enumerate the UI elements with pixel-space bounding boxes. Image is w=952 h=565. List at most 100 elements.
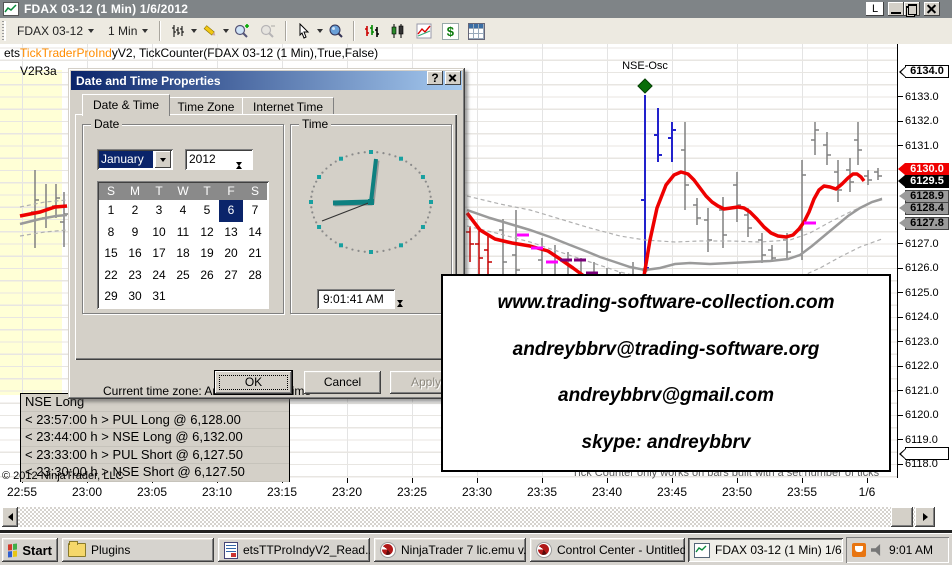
time-input[interactable]: 9:01:41 AM [317,289,395,309]
calendar-day-cell[interactable]: 13 [219,222,243,244]
price-tick-label: 6119.0 [898,434,938,446]
dialog-help-button[interactable]: ? [427,71,443,85]
start-button[interactable]: Start [2,538,58,562]
calendar-day-cell[interactable]: 29 [99,286,123,308]
calendar-day-cell[interactable]: 20 [219,243,243,265]
osc-marker-label: NSE-Osc [622,60,668,72]
scrollbar-track[interactable] [2,507,915,527]
calendar-day-header: T [147,183,171,200]
close-button[interactable] [924,2,940,16]
windows-logo-icon [8,543,17,557]
time-tick-label: 23:00 [72,485,102,499]
month-combobox[interactable]: January [97,149,173,170]
time-tick-label: 23:45 [657,485,687,499]
year-value: 2012 [189,152,216,166]
taskbar-item-label: Plugins [91,543,130,557]
calendar-day-cell[interactable]: 1 [99,200,123,222]
dialog-titlebar[interactable]: Date and Time Properties [71,71,462,90]
calendar-day-cell[interactable]: 6 [219,200,243,222]
ad-text-line: www.trading-software-collection.com [443,292,889,314]
year-spinner[interactable]: 2012 [185,149,253,170]
dialog-close-button[interactable] [445,71,461,85]
calendar-day-cell[interactable]: 25 [171,265,195,287]
calendar-day-cell[interactable]: 2 [123,200,147,222]
ad-text-line: skype: andreybbrv [443,432,889,454]
calendar-day-cell[interactable] [243,286,267,308]
time-tick-label: 23:20 [332,485,362,499]
folder-icon [68,543,86,557]
ad-text-line: andreybbrv@gmail.com [443,385,889,407]
tab-date-time[interactable]: Date & Time [82,94,170,116]
price-tick-label: 6120.0 [898,409,939,421]
calendar-day-cell[interactable]: 5 [195,200,219,222]
tick-mark [898,415,903,416]
java-tray-icon[interactable] [852,543,866,557]
scrollbar-thumb[interactable] [891,507,913,527]
taskbar-item-4[interactable]: Control Center - Untitled1 [530,538,685,562]
restore-button[interactable] [904,2,920,16]
scrollbar-right-button[interactable] [915,507,935,527]
calendar-day-cell[interactable] [195,286,219,308]
calendar-day-cell[interactable]: 30 [123,286,147,308]
spin-down-icon[interactable] [397,300,403,318]
combo-dropdown-button[interactable] [155,151,171,168]
price-tick-label: 6132.0 [898,115,939,127]
calendar-day-cell[interactable] [219,286,243,308]
calendar-day-cell[interactable]: 22 [99,265,123,287]
calendar-day-cell[interactable]: 23 [123,265,147,287]
calendar-day-cell[interactable]: 4 [171,200,195,222]
spin-down-icon[interactable] [236,162,242,180]
calendar-day-cell[interactable]: 19 [195,243,219,265]
calendar-day-cell[interactable]: 27 [219,265,243,287]
calendar-day-cell[interactable]: 26 [195,265,219,287]
calendar-day-cell[interactable]: 8 [99,222,123,244]
price-tick-label: 6124.0 [898,311,939,323]
calendar-day-cell[interactable]: 31 [147,286,171,308]
start-label: Start [22,543,52,558]
calendar-day-cell[interactable]: 16 [123,243,147,265]
chart-scrollbar [0,504,952,530]
calendar-day-cell[interactable]: 28 [243,265,267,287]
calendar-day-cell[interactable]: 17 [147,243,171,265]
calendar-day-cell[interactable]: 11 [171,222,195,244]
tick-text: 6121.0 [905,385,939,397]
calendar-day-cell[interactable]: 10 [147,222,171,244]
calendar-day-cell[interactable]: 14 [243,222,267,244]
ok-button[interactable]: OK [215,371,292,394]
price-axis[interactable]: 6133.06132.06131.06127.06126.06125.06124… [897,44,952,478]
tick-text: 6132.0 [905,115,939,127]
calendar-day-cell[interactable]: 18 [171,243,195,265]
tick-mark [898,243,903,244]
taskbar-item-5[interactable]: FDAX 03-12 (1 Min) 1/6... [688,538,843,562]
speaker-icon[interactable] [871,544,884,556]
tick-mark [898,121,903,122]
calendar-day-cell[interactable]: 9 [123,222,147,244]
time-spinner[interactable] [395,289,412,309]
price-tick-label: 6122.0 [898,360,939,372]
tick-text: 6126.0 [905,262,939,274]
calendar-day-header: S [243,183,267,200]
calendar-day-cell[interactable]: 7 [243,200,267,222]
time-tick-label: 23:35 [527,485,557,499]
calendar-day-cell[interactable] [171,286,195,308]
datetime-dialog[interactable]: Date and Time Properties ? Date & Time T… [68,68,465,399]
calendar-day-cell[interactable]: 12 [195,222,219,244]
calendar[interactable]: SMTWTFS 12345678910111213141516171819202… [97,181,269,309]
calendar-day-cell[interactable]: 21 [243,243,267,265]
trade-log: NSE Long< 23:57:00 h > PUL Long @ 6,128.… [20,393,290,482]
time-tick-label: 22:55 [7,485,37,499]
cancel-button[interactable]: Cancel [304,371,381,394]
scrollbar-left-button[interactable] [2,507,18,527]
date-groupbox: Date January 2012 SMTWTFS 12345678910111… [82,124,284,314]
taskbar: Start Plugins etsTTProIndyV2_Read...Ninja… [0,533,952,565]
calendar-day-cell[interactable]: 3 [147,200,171,222]
taskbar-item-3[interactable]: NinjaTrader 7 lic.emu v... [374,538,526,562]
calendar-day-cell[interactable]: 15 [99,243,123,265]
taskbar-item-1[interactable]: Plugins [62,538,214,562]
tick-mark [898,439,903,440]
tick-text: 6122.0 [905,360,939,372]
calendar-day-cell[interactable]: 24 [147,265,171,287]
price-marker-6129.5: 6129.5 [905,175,949,188]
tick-mark [898,366,903,367]
taskbar-item-2[interactable]: etsTTProIndyV2_Read... [218,538,370,562]
